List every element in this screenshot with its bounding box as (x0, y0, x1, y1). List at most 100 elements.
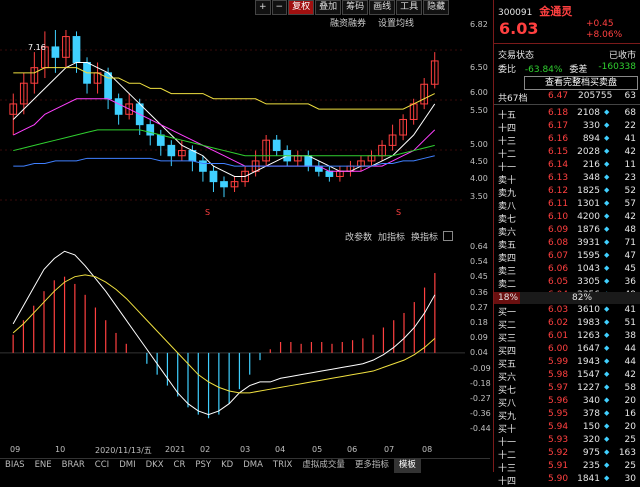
level-count: 22 (624, 121, 636, 131)
toolbar-button-5[interactable]: 画线 (369, 0, 396, 15)
toolbar-button-1[interactable]: − (271, 0, 288, 15)
diamond-icon: ◆ (604, 264, 610, 272)
indicator-tab[interactable]: CCI (90, 459, 114, 473)
indicator-tab[interactable]: ENE (30, 459, 57, 473)
order-book-row[interactable]: 买四 6.00 1647 ◆ 44 (498, 344, 638, 357)
level-label: 卖八 (498, 202, 517, 212)
price-change: +0.45 (586, 19, 614, 29)
order-book-row[interactable]: 十三 5.91 235 ◆ 25 (498, 461, 638, 474)
order-book-row[interactable]: 十二 6.15 2028 ◆ 42 (498, 147, 638, 160)
price-tick: 3.50 (470, 192, 488, 201)
level-price: 6.08 (548, 238, 569, 248)
order-book-row[interactable]: 买十 5.94 150 ◆ 20 (498, 422, 638, 435)
order-book-row[interactable]: 卖四 6.07 1595 ◆ 47 (498, 251, 638, 264)
indicator-tab[interactable]: 虚拟成交量 (297, 459, 350, 473)
set-ma-link[interactable]: 设置均线 (378, 16, 414, 30)
macd-tick: -0.09 (470, 363, 491, 373)
order-book-row[interactable]: 十一 5.93 320 ◆ 25 (498, 435, 638, 448)
order-book-row[interactable]: 卖九 6.12 1825 ◆ 52 (498, 186, 638, 199)
full-book-button[interactable]: 查看完整档买卖盘 (524, 76, 638, 90)
diamond-icon: ◆ (604, 331, 610, 339)
level-count: 41 (624, 305, 636, 315)
candlestick-chart[interactable]: SS (0, 30, 465, 230)
price-tick: 5.00 (470, 140, 488, 149)
order-book-row[interactable]: 十一 6.14 216 ◆ 11 (498, 160, 638, 173)
macd-tick: -0.18 (470, 378, 491, 388)
level-volume: 378 (582, 409, 600, 419)
macd-chart[interactable] (0, 244, 465, 442)
indicator-tab[interactable]: TRIX (268, 459, 297, 473)
order-book-row[interactable]: 买五 5.99 1943 ◆ 44 (498, 357, 638, 370)
level-label: 买十 (498, 425, 517, 435)
order-book-row[interactable]: 卖十 6.13 348 ◆ 23 (498, 173, 638, 186)
time-tick: 03 (240, 445, 251, 454)
indicator-tab[interactable]: DKX (141, 459, 169, 473)
toolbar-button-6[interactable]: 工具 (396, 0, 423, 15)
close-indicator-icon[interactable] (443, 231, 453, 241)
level-label: 十三 (498, 464, 517, 474)
order-book-row[interactable]: 买八 5.96 340 ◆ 20 (498, 396, 638, 409)
indicator-tab[interactable]: DMI (114, 459, 140, 473)
diamond-icon: ◆ (604, 212, 610, 220)
order-ratio-row: 委比 -63.84% 委差 -160338 (498, 62, 638, 75)
add-indicator-button[interactable]: 加指标 (378, 230, 405, 243)
order-book-row[interactable]: 十三 6.16 894 ◆ 41 (498, 134, 638, 147)
indicator-tab[interactable]: 更多指标 (350, 459, 394, 473)
indicator-tab[interactable]: 模板 (393, 459, 421, 473)
order-book-row[interactable]: 卖六 6.09 1876 ◆ 48 (498, 225, 638, 238)
indicator-tab[interactable]: PSY (190, 459, 216, 473)
order-book-row[interactable]: 买三 6.01 1263 ◆ 38 (498, 331, 638, 344)
toolbar-button-4[interactable]: 筹码 (342, 0, 369, 15)
switch-indicator-button[interactable]: 换指标 (411, 230, 438, 243)
indicator-tab[interactable]: CR (169, 459, 191, 473)
level-volume: 216 (582, 160, 600, 170)
order-book-row[interactable]: 十四 6.17 330 ◆ 22 (498, 121, 638, 134)
order-book-row[interactable]: 买七 5.97 1227 ◆ 58 (498, 383, 638, 396)
level-count: 68 (624, 108, 636, 118)
level-label: 卖九 (498, 189, 517, 199)
level-count: 25 (624, 435, 636, 445)
diamond-icon: ◆ (604, 147, 610, 155)
order-book-row[interactable]: 买九 5.95 378 ◆ 16 (498, 409, 638, 422)
indicator-tab[interactable]: BRAR (57, 459, 90, 473)
order-book-row[interactable]: 卖七 6.10 4200 ◆ 42 (498, 212, 638, 225)
order-book-row[interactable]: 十五 6.18 2108 ◆ 68 (498, 108, 638, 121)
order-book-row[interactable]: 卖二 6.05 3305 ◆ 36 (498, 277, 638, 290)
order-book-row[interactable]: 卖八 6.11 1301 ◆ 57 (498, 199, 638, 212)
indicator-tab[interactable]: BIAS (0, 459, 30, 473)
toolbar-button-7[interactable]: 隐藏 (423, 0, 450, 15)
buy-sell-ratio-bar: 18% 82% (494, 292, 640, 304)
time-tick: 07 (384, 445, 395, 454)
macd-tick: 0.36 (470, 287, 488, 297)
level-label: 卖七 (498, 215, 517, 225)
level-price: 6.13 (548, 173, 569, 183)
toolbar-button-3[interactable]: 叠加 (315, 0, 342, 15)
order-book-row[interactable]: 买一 6.03 3610 ◆ 41 (498, 305, 638, 318)
macd-tick: -0.44 (470, 424, 491, 434)
toolbar-button-2[interactable]: 复权 (288, 0, 315, 15)
order-book-row[interactable]: 卖三 6.06 1043 ◆ 45 (498, 264, 638, 277)
indicator-tab[interactable]: DMA (238, 459, 268, 473)
order-book-row[interactable]: 卖五 6.08 3931 ◆ 71 (498, 238, 638, 251)
macd-tick: -0.27 (470, 394, 491, 403)
level-count: 41 (624, 134, 636, 144)
level-price: 5.91 (548, 461, 569, 471)
candle-body (167, 144, 176, 157)
toolbar-button-0[interactable]: + (255, 0, 271, 15)
order-book-row[interactable]: 买二 6.02 1983 ◆ 51 (498, 318, 638, 331)
margin-trading-link[interactable]: 融资融券 (330, 16, 366, 30)
edit-params-button[interactable]: 改参数 (345, 230, 372, 243)
indicator-tabs: BIAS ENE BRAR CCI DMI DKX CR PSY KD DMA TRIX 虚拟成交量更… (0, 458, 490, 473)
buy-ratio: 82% (572, 293, 593, 303)
candle-body (272, 139, 281, 152)
order-book-row[interactable]: 十四 5.90 1841 ◆ 30 (498, 474, 638, 487)
stock-header: 300091 金通灵 (498, 3, 638, 18)
level-price: 5.97 (548, 383, 569, 393)
indicator-tab[interactable]: KD (216, 459, 238, 473)
candle-body (72, 36, 81, 63)
total-levels-label: 共67档 (498, 94, 528, 104)
order-book-row[interactable]: 十二 5.92 975 ◆ 163 (498, 448, 638, 461)
order-book-row[interactable]: 买六 5.98 1547 ◆ 42 (498, 370, 638, 383)
price-tick: 4.00 (470, 174, 488, 183)
diamond-icon: ◆ (604, 186, 610, 194)
